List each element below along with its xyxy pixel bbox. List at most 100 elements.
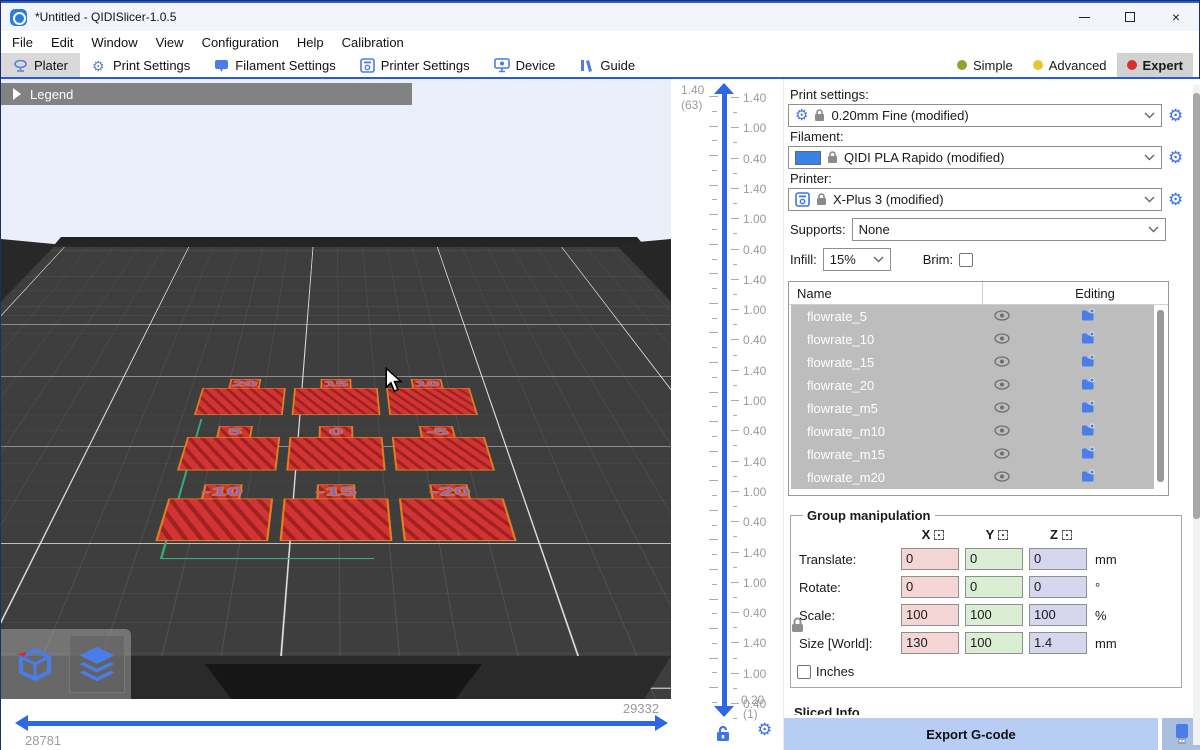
menu-window[interactable]: Window	[82, 33, 146, 52]
tab-device[interactable]: Device	[482, 53, 568, 77]
visibility-toggle[interactable]	[994, 447, 1010, 462]
unit-label: mm	[1095, 552, 1117, 567]
value-field-y[interactable]: 0	[965, 576, 1023, 598]
inches-checkbox[interactable]	[797, 665, 811, 679]
value-field-y[interactable]: 100	[965, 604, 1023, 626]
value-field-z[interactable]: 100	[1029, 604, 1087, 626]
model-patch-15[interactable]: 15	[292, 379, 381, 415]
menu-help[interactable]: Help	[288, 33, 333, 52]
filament-combo[interactable]: QIDI PLA Rapido (modified)	[788, 146, 1162, 169]
object-row[interactable]: flowrate_10	[791, 328, 1154, 351]
value-field-y[interactable]: 0	[965, 548, 1023, 570]
move-slider-track[interactable]	[27, 721, 655, 726]
model-patch-5[interactable]: 5	[177, 426, 282, 470]
mode-advanced[interactable]: Advanced	[1023, 53, 1117, 77]
menu-calibration[interactable]: Calibration	[333, 33, 413, 52]
object-row[interactable]: flowrate_5	[791, 305, 1154, 328]
mode-simple[interactable]: Simple	[947, 53, 1023, 77]
edit-object-button[interactable]	[1081, 469, 1095, 486]
edit-object-button[interactable]	[1081, 423, 1095, 440]
edit-object-button[interactable]	[1081, 400, 1095, 417]
legend-toggle[interactable]: Legend	[1, 83, 412, 105]
object-visibility-cell	[982, 424, 1022, 439]
value-field-x[interactable]: 0	[901, 548, 959, 570]
edit-object-button[interactable]	[1081, 308, 1095, 325]
model-patch-0[interactable]: 0	[286, 426, 385, 470]
layer-slider-upper-thumb[interactable]	[714, 83, 734, 94]
model-patch--20[interactable]: -20	[397, 484, 517, 541]
model-patch-20[interactable]: 20	[194, 379, 287, 415]
close-button[interactable]: ×	[1153, 3, 1199, 31]
panel-scrollbar-thumb[interactable]	[1193, 93, 1200, 519]
visibility-toggle[interactable]	[994, 401, 1010, 416]
value-field-y[interactable]: 100	[965, 632, 1023, 654]
printer-combo[interactable]: X-Plus 3 (modified)	[788, 188, 1162, 211]
object-row[interactable]: flowrate_20	[791, 374, 1154, 397]
object-row[interactable]: flowrate_15	[791, 351, 1154, 374]
tab-printer-settings[interactable]: Printer Settings	[348, 53, 482, 77]
menu-edit[interactable]: Edit	[42, 33, 82, 52]
object-visibility-cell	[982, 447, 1022, 462]
object-list-scrollbar[interactable]	[1157, 310, 1164, 482]
edit-object-button[interactable]	[1081, 377, 1095, 394]
slider-lock-button[interactable]	[715, 725, 731, 745]
tab-plater[interactable]: Plater	[1, 53, 80, 77]
column-header-visibility	[982, 282, 1022, 304]
edit-object-button[interactable]	[1081, 446, 1095, 463]
tab-print-settings[interactable]: ⚙Print Settings	[80, 53, 202, 77]
edit-object-button[interactable]	[1081, 331, 1095, 348]
minimize-button[interactable]	[1061, 3, 1107, 31]
infill-combo[interactable]: 15%	[823, 248, 891, 271]
object-row[interactable]: flowrate_m5	[791, 397, 1154, 420]
value-field-x[interactable]: 130	[901, 632, 959, 654]
visibility-toggle[interactable]	[994, 309, 1010, 324]
printer-value: X-Plus 3 (modified)	[833, 192, 1138, 207]
tab-filament-settings[interactable]: Filament Settings	[202, 53, 347, 77]
slider-tick	[733, 688, 737, 689]
value-field-z[interactable]: 1.4	[1029, 632, 1087, 654]
mode-expert[interactable]: Expert	[1117, 53, 1193, 77]
layer-slider-track[interactable]	[722, 93, 727, 707]
brim-checkbox[interactable]	[959, 253, 973, 267]
model-patch--15[interactable]: -15	[280, 484, 393, 541]
model-patch--10[interactable]: -10	[155, 484, 275, 541]
move-slider-right-thumb[interactable]	[655, 715, 668, 731]
value-field-x[interactable]: 100	[901, 604, 959, 626]
layer-slider-lower-thumb[interactable]	[714, 706, 734, 717]
scale-lock-button[interactable]	[790, 616, 805, 637]
3d-editor-view-button[interactable]	[7, 635, 63, 693]
print-settings-combo[interactable]: ⚙ 0.20mm Fine (modified)	[788, 104, 1162, 127]
slider-settings-button[interactable]: ⚙	[757, 721, 772, 738]
value-field-z[interactable]: 0	[1029, 548, 1087, 570]
menu-file[interactable]: File	[3, 33, 42, 52]
value-field-x[interactable]: 0	[901, 576, 959, 598]
visibility-toggle[interactable]	[994, 470, 1010, 485]
export-gcode-button[interactable]: Export G-code	[784, 718, 1158, 750]
value-field-z[interactable]: 0	[1029, 576, 1087, 598]
printer-gear-button[interactable]: ⚙	[1168, 191, 1183, 208]
tab-guide[interactable]: Guide	[567, 53, 647, 77]
preset-gear-icon: ⚙	[795, 108, 808, 123]
edit-object-button[interactable]	[1081, 354, 1095, 371]
print-settings-gear-button[interactable]: ⚙	[1168, 107, 1183, 124]
object-row[interactable]: flowrate_m15	[791, 443, 1154, 466]
plater-3d-view[interactable]: 20151050-5-10-15-20 Legend	[1, 79, 671, 699]
column-header-name: Name	[789, 286, 982, 301]
visibility-toggle[interactable]	[994, 424, 1010, 439]
model-patch--5[interactable]: -5	[391, 426, 496, 470]
slider-tick	[731, 461, 739, 462]
visibility-toggle[interactable]	[994, 355, 1010, 370]
menu-view[interactable]: View	[147, 33, 193, 52]
supports-combo[interactable]: None	[852, 218, 1166, 241]
move-slider-left-thumb[interactable]	[15, 715, 28, 731]
maximize-button[interactable]	[1107, 3, 1153, 31]
filament-gear-button[interactable]: ⚙	[1168, 149, 1183, 166]
visibility-toggle[interactable]	[994, 332, 1010, 347]
visibility-toggle[interactable]	[994, 378, 1010, 393]
slider-tick	[731, 612, 739, 613]
menu-configuration[interactable]: Configuration	[193, 33, 288, 52]
export-gcode-label: Export G-code	[926, 727, 1016, 742]
preview-layers-view-button[interactable]	[69, 635, 125, 693]
object-row[interactable]: flowrate_m20	[791, 466, 1154, 489]
object-row[interactable]: flowrate_m10	[791, 420, 1154, 443]
